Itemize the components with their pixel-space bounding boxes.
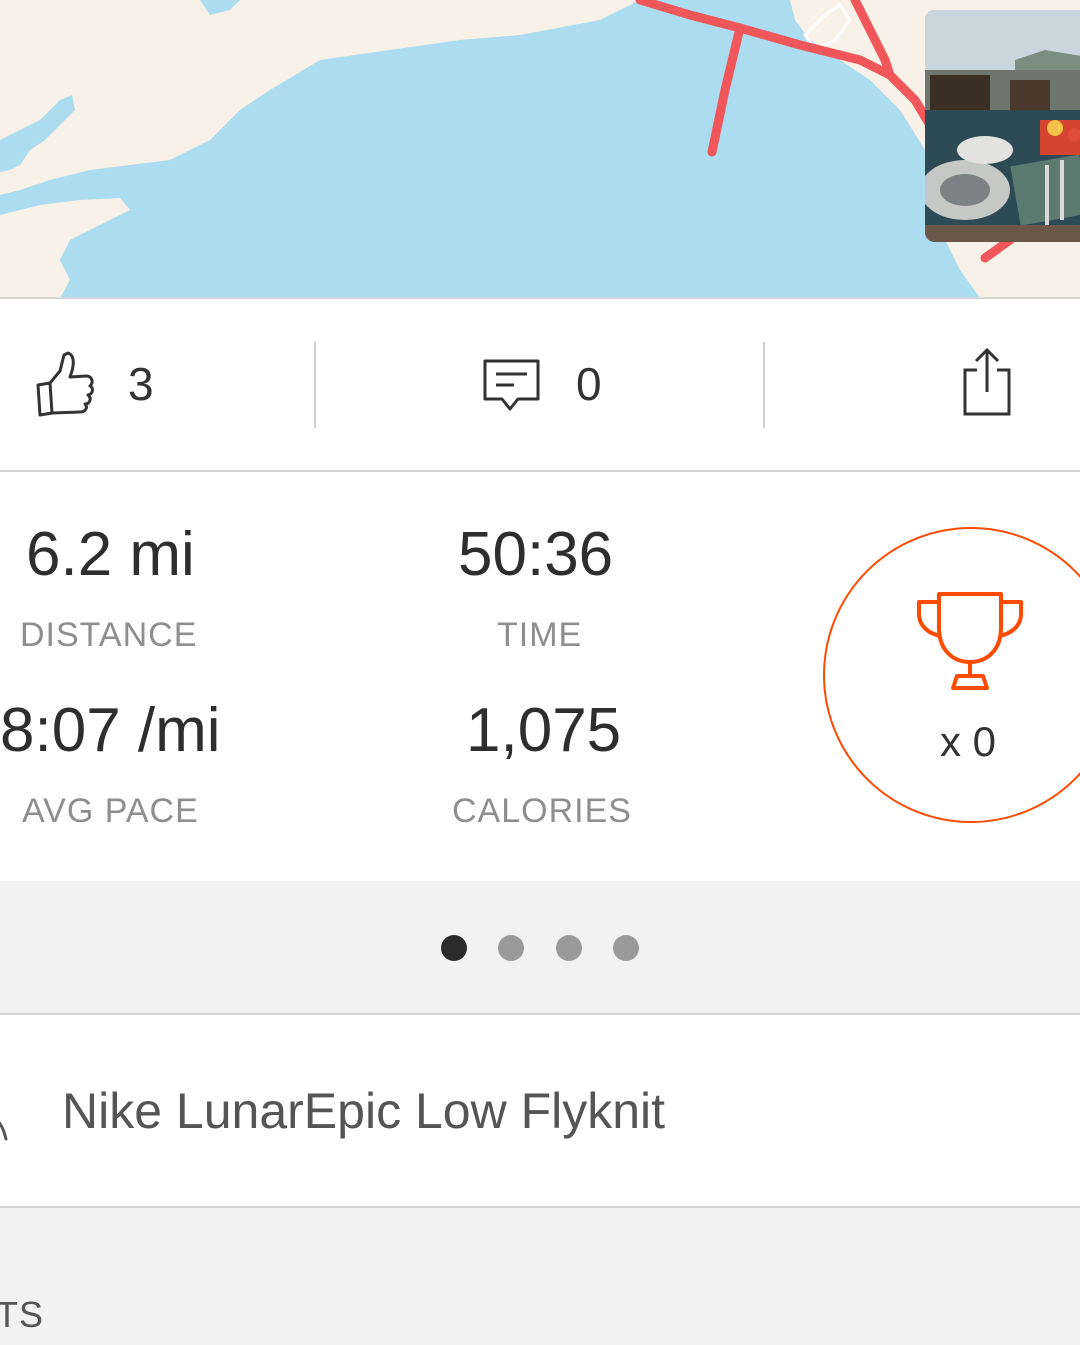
section-header-label: TS bbox=[0, 1294, 45, 1335]
gear-name: Nike LunarEpic Low Flyknit bbox=[62, 1083, 666, 1139]
comment-count: 0 bbox=[576, 358, 602, 410]
social-actions-bar: 3 0 bbox=[0, 299, 1080, 471]
gear-row[interactable]: Nike LunarEpic Low Flyknit bbox=[0, 1015, 1080, 1206]
comment-button[interactable]: 0 bbox=[470, 339, 640, 429]
section-header: TS bbox=[0, 1208, 1080, 1345]
map-canvas bbox=[0, 0, 1080, 298]
time-label: TIME bbox=[497, 616, 583, 654]
shoe-icon bbox=[0, 1121, 8, 1141]
time-value: 50:36 bbox=[458, 520, 614, 589]
stats-pager bbox=[0, 881, 1080, 1014]
activity-photo-thumbnail[interactable] bbox=[925, 10, 1080, 242]
calories-value: 1,075 bbox=[466, 696, 622, 765]
action-divider bbox=[763, 342, 765, 428]
pager-dot[interactable] bbox=[556, 935, 582, 961]
share-icon bbox=[963, 347, 1011, 416]
pager-dot[interactable] bbox=[498, 935, 524, 961]
kudos-button[interactable]: 3 bbox=[25, 339, 195, 429]
pager-dot[interactable] bbox=[613, 935, 639, 961]
avg-pace-label: AVG PACE bbox=[22, 792, 199, 830]
calories-label: CALORIES bbox=[452, 792, 632, 830]
photo-image bbox=[925, 10, 1080, 242]
kudos-count: 3 bbox=[128, 358, 154, 410]
activity-detail-screen: 3 0 6.2 mi DISTANCE 50:36 TIME 8:07 /mi bbox=[0, 0, 1080, 1345]
actions-divider bbox=[0, 470, 1080, 472]
pager-dot[interactable] bbox=[441, 935, 467, 961]
trophy-icon bbox=[917, 592, 1023, 690]
thumbs-up-icon bbox=[36, 351, 94, 417]
share-button[interactable] bbox=[945, 344, 1025, 424]
distance-value: 6.2 mi bbox=[26, 520, 195, 589]
achievements-count: x 0 bbox=[940, 718, 997, 765]
avg-pace-value: 8:07 /mi bbox=[0, 696, 221, 765]
comment-icon bbox=[483, 359, 540, 411]
route-map[interactable] bbox=[0, 0, 1080, 298]
action-divider bbox=[314, 342, 316, 428]
distance-label: DISTANCE bbox=[20, 616, 198, 654]
